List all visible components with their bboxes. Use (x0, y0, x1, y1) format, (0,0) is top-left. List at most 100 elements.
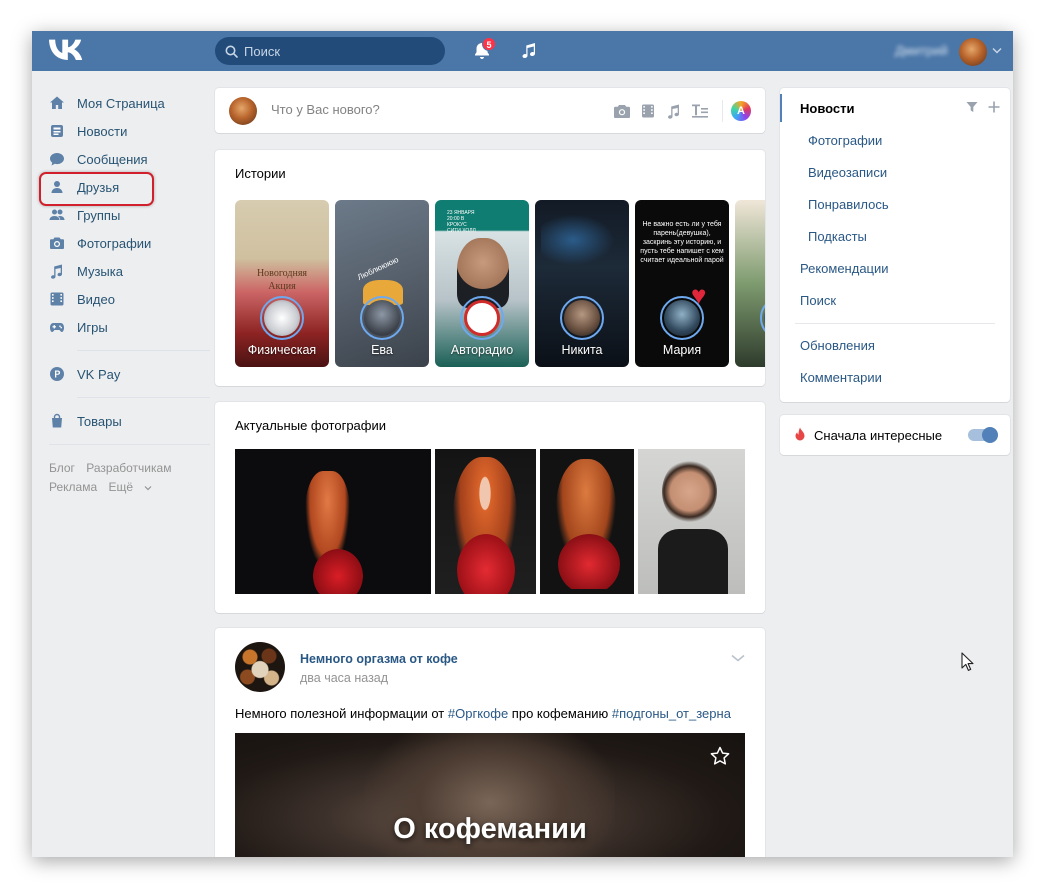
avatar-style-icon[interactable]: A (731, 101, 751, 121)
menu-item-liked[interactable]: Понравилось (808, 197, 889, 212)
search-icon (225, 45, 238, 58)
avatar[interactable] (235, 642, 285, 692)
nav-label: Моя Страница (77, 95, 165, 111)
post-text-part: Немного полезной информации от (235, 706, 448, 721)
hashtag-link[interactable]: #подгоны_от_зерна (612, 706, 731, 721)
photo-dress (558, 534, 620, 589)
compose-input[interactable]: Что у Вас нового? (271, 102, 380, 117)
nav-item-my-page[interactable]: Моя Страница (49, 89, 214, 117)
story-item[interactable]: Люблюююю Ева (335, 200, 429, 367)
menu-item-comments[interactable]: Комментарии (800, 370, 882, 385)
music-icon[interactable] (664, 101, 684, 121)
menu-item-videos[interactable]: Видеозаписи (808, 165, 887, 180)
photo-dress (313, 549, 363, 594)
search-input[interactable]: Поиск (215, 37, 445, 65)
nav-label: Музыка (77, 263, 123, 279)
user-name[interactable]: Дмитрий (895, 43, 948, 58)
active-indicator (780, 94, 782, 122)
search-placeholder: Поиск (244, 43, 281, 59)
post-timestamp[interactable]: два часа назад (300, 671, 388, 685)
menu-item-updates[interactable]: Обновления (800, 338, 875, 353)
vk-logo[interactable] (49, 39, 85, 63)
story-caption: Не важно есть ли у тебя парень(девушка),… (640, 221, 724, 264)
footer-link-more[interactable]: Ещё (108, 480, 152, 494)
stories-title: Истории (235, 166, 286, 181)
stories-card: Истории Новогодняя Акция Физическая Любл… (215, 150, 765, 386)
nav-item-photos[interactable]: Фотографии (49, 229, 214, 257)
hashtag-link[interactable]: #Оргкофе (448, 706, 508, 721)
story-caption: Новогодняя Акция (256, 268, 308, 292)
post-image-title: О кофемании (393, 813, 587, 845)
chevron-down-icon[interactable] (992, 47, 1002, 54)
menu-item-search[interactable]: Поиск (800, 293, 836, 308)
post-author-link[interactable]: Немного оргазма от кофе (300, 652, 458, 666)
actual-photos-card: Актуальные фотографии (215, 402, 765, 613)
video-icon (49, 291, 65, 307)
nav-divider (77, 350, 210, 351)
photo-thumbnail[interactable] (540, 449, 634, 594)
menu-item-recommendations[interactable]: Рекомендации (800, 261, 889, 276)
photo-thumbnail[interactable] (638, 449, 745, 594)
footer-link-blog[interactable]: Блог (49, 461, 75, 475)
nav-item-news[interactable]: Новости (49, 117, 214, 145)
vkpay-icon (49, 366, 65, 382)
interesting-first-toggle[interactable] (968, 427, 998, 443)
menu-item-photos[interactable]: Фотографии (808, 133, 882, 148)
plus-icon[interactable] (988, 101, 1000, 116)
story-caption: 23 ЯНВАРЯ 20:00 В КРОКУС СИТИ ХОЛЛ (447, 210, 476, 234)
star-icon[interactable] (709, 745, 731, 767)
photo-top (658, 529, 728, 594)
left-navigation: Моя Страница Новости Сообщения Друзья Гр… (39, 89, 214, 497)
flame-icon (795, 427, 805, 441)
chevron-down-icon[interactable] (731, 654, 745, 662)
messages-icon (49, 151, 65, 167)
photo-thumbnail[interactable] (435, 449, 536, 594)
nav-item-video[interactable]: Видео (49, 285, 214, 313)
nav-item-friends[interactable]: Друзья (39, 172, 214, 206)
story-item[interactable]: Никита (535, 200, 629, 367)
photo-thumbnail[interactable] (235, 449, 431, 594)
nav-item-music[interactable]: Музыка (49, 257, 214, 285)
story-item[interactable]: П (735, 200, 765, 367)
menu-item-news[interactable]: Новости (800, 101, 855, 116)
nav-label: Игры (77, 319, 108, 335)
footer-link-developers[interactable]: Разработчикам (86, 461, 171, 475)
user-avatar[interactable] (959, 38, 987, 66)
filter-icon[interactable] (966, 101, 978, 116)
music-icon[interactable] (520, 41, 540, 61)
shopping-bag-icon (49, 413, 65, 429)
story-avatar (260, 296, 304, 340)
story-glow (541, 210, 621, 270)
news-icon (49, 123, 65, 139)
story-item[interactable]: Не важно есть ли у тебя парень(девушка),… (635, 200, 729, 367)
friends-icon (49, 179, 65, 195)
nav-item-goods[interactable]: Товары (49, 407, 214, 435)
nav-label: Фотографии (77, 235, 152, 251)
nav-divider (49, 444, 210, 445)
menu-item-podcasts[interactable]: Подкасты (808, 229, 867, 244)
nav-label: Новости (77, 123, 128, 139)
post-text: Немного полезной информации от #Оргкофе … (235, 706, 731, 721)
nav-item-vkpay[interactable]: VK Pay (49, 360, 214, 388)
post-text-part: про кофеманию (508, 706, 612, 721)
video-icon[interactable] (638, 101, 658, 121)
nav-item-groups[interactable]: Группы (49, 201, 214, 229)
story-item[interactable]: Новогодняя Акция Физическая (235, 200, 329, 367)
camera-icon[interactable] (612, 101, 632, 121)
post-composer: Что у Вас нового? A (215, 88, 765, 133)
post-image[interactable]: О кофемании (235, 733, 745, 857)
nav-item-messages[interactable]: Сообщения (49, 145, 214, 173)
music-icon (49, 263, 65, 279)
nav-item-games[interactable]: Игры (49, 313, 214, 341)
article-icon[interactable] (690, 101, 710, 121)
footer-link-ads[interactable]: Реклама (49, 480, 97, 494)
story-name: Авторадио (450, 343, 514, 357)
story-item[interactable]: 23 ЯНВАРЯ 20:00 В КРОКУС СИТИ ХОЛЛ Автор… (435, 200, 529, 367)
camera-icon (49, 235, 65, 251)
feed-post: Немного оргазма от кофе два часа назад Н… (215, 628, 765, 857)
story-name: Мария (662, 343, 702, 357)
photo-dress (457, 534, 515, 594)
groups-icon (49, 207, 65, 223)
menu-divider (795, 323, 995, 324)
nav-label: Товары (77, 413, 122, 429)
